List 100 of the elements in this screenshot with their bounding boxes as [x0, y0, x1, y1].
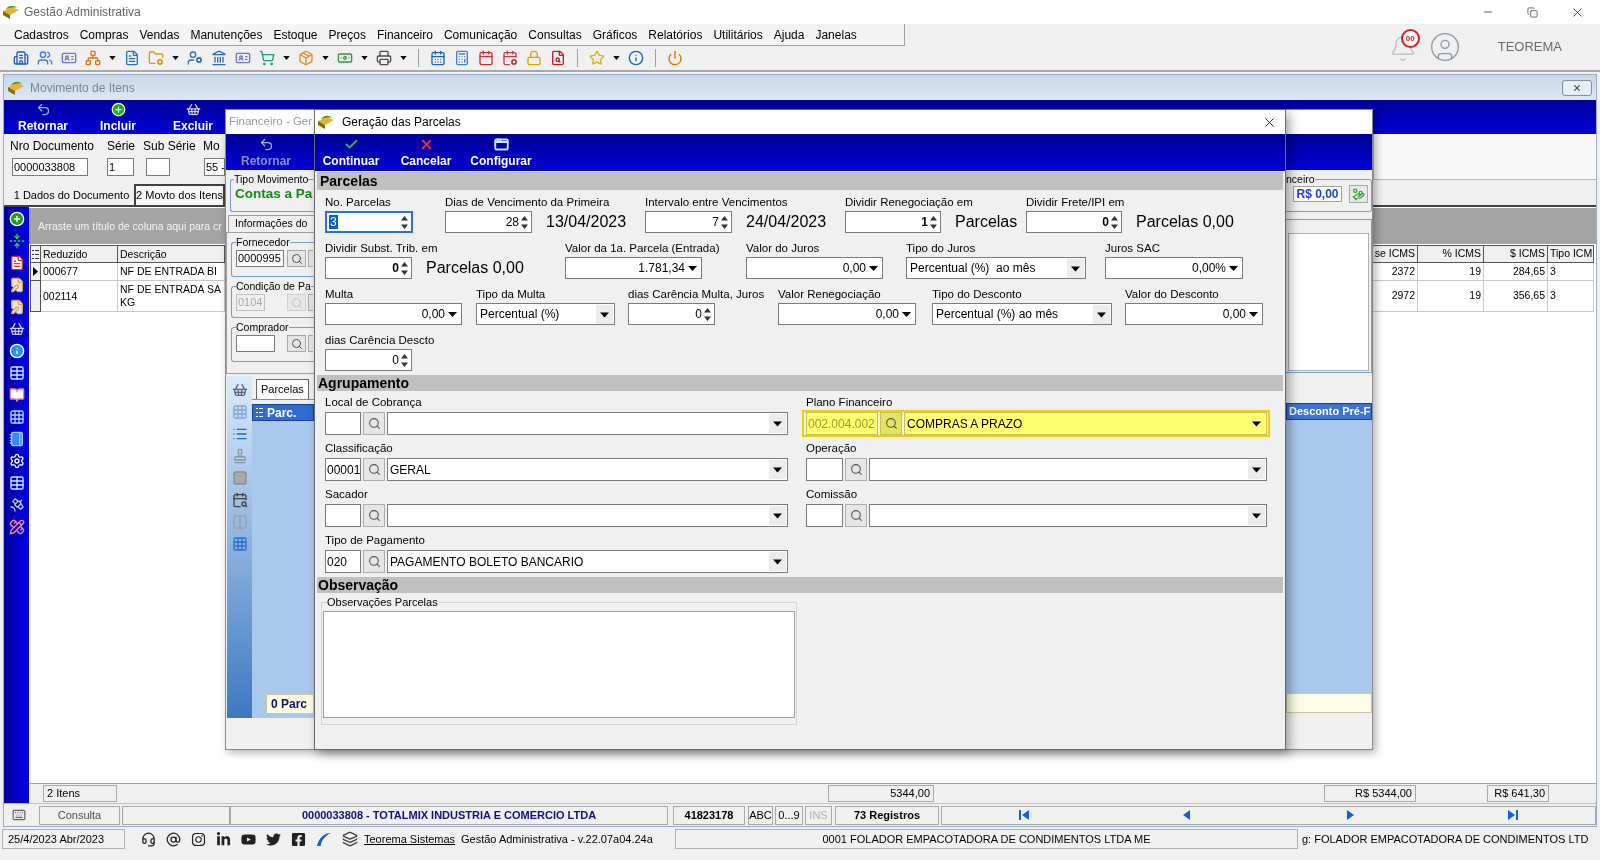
code-field[interactable]: 020 [325, 550, 361, 573]
basket-icon[interactable] [231, 382, 248, 398]
dropdown[interactable]: Percentual (%) [476, 303, 615, 325]
previous-record-icon[interactable] [1183, 810, 1191, 820]
building-icon[interactable] [13, 50, 29, 66]
file-search-icon[interactable] [550, 50, 566, 66]
menu-item[interactable]: Comunicação [443, 26, 518, 43]
power-icon[interactable] [667, 50, 683, 66]
dropdown-arrow-icon[interactable] [1229, 265, 1238, 271]
menu-item[interactable]: Estoque [273, 26, 318, 43]
tab[interactable]: Informações do [228, 215, 314, 232]
calendar-icon[interactable] [478, 50, 494, 66]
search-button[interactable] [363, 412, 385, 435]
linkedin-icon[interactable] [216, 831, 231, 847]
document-icon[interactable] [8, 255, 25, 271]
spin-arrows-icon[interactable] [930, 215, 937, 229]
text-field[interactable] [146, 158, 170, 176]
dropdown-arrow-icon[interactable] [1249, 311, 1258, 317]
dropdown-arrow-icon[interactable] [448, 311, 457, 317]
menu-item[interactable]: Janelas [815, 26, 857, 43]
column-header[interactable]: Parc. [252, 404, 314, 421]
column-chooser-button[interactable] [30, 245, 41, 263]
number-field[interactable]: 0 [628, 303, 715, 325]
row-selector[interactable] [30, 281, 41, 312]
calendar-icon[interactable] [430, 50, 446, 66]
last-record-icon[interactable] [1508, 810, 1519, 820]
close-button[interactable] [1562, 79, 1592, 96]
spin-arrows-icon[interactable] [704, 307, 711, 321]
text-field[interactable]: 0000033808 [12, 158, 88, 176]
code-field[interactable] [806, 504, 843, 527]
at-icon[interactable] [166, 831, 181, 847]
card-icon[interactable] [61, 50, 77, 66]
org-chart-icon[interactable] [85, 50, 101, 66]
search-button[interactable] [363, 550, 385, 573]
first-record-icon[interactable] [1018, 810, 1029, 820]
column-header[interactable]: Tipo ICM [1548, 245, 1594, 263]
list-icon[interactable] [231, 426, 248, 442]
menu-item[interactable]: Preços [328, 26, 366, 43]
tab[interactable]: Parcelas [256, 379, 309, 399]
dropdown[interactable] [869, 504, 1267, 527]
money-icon[interactable] [337, 50, 353, 66]
menu-item[interactable]: Gráficos [592, 26, 638, 43]
toolbar-button[interactable]: Configurar [470, 134, 532, 171]
menu-item[interactable]: Utilitários [713, 26, 763, 43]
spin-arrows-icon[interactable] [721, 215, 728, 229]
search-button[interactable] [845, 458, 867, 481]
website-link[interactable]: Teorema Sistemas [364, 829, 456, 849]
menu-item[interactable]: Manutenções [190, 26, 263, 43]
number-field[interactable]: 7 [645, 211, 732, 233]
menu-item[interactable]: Ajuda [773, 26, 805, 43]
dropdown-arrow-icon[interactable] [869, 265, 878, 271]
table-icon[interactable] [8, 475, 25, 491]
bank-icon[interactable] [211, 50, 227, 66]
spin-arrows-icon[interactable] [521, 215, 528, 229]
satellite-icon[interactable] [8, 497, 25, 513]
edit-icon[interactable] [8, 277, 25, 293]
code-field[interactable] [325, 504, 361, 527]
toolbar-button[interactable]: Incluir [88, 100, 148, 134]
spin-arrows-icon[interactable] [1111, 215, 1118, 229]
code-field[interactable] [325, 412, 361, 435]
text-field[interactable]: 1 [107, 158, 134, 176]
amount-field[interactable]: 0,00 [746, 257, 883, 279]
column-header[interactable]: se ICMS [1373, 245, 1418, 263]
amount-field[interactable]: 0,00 [325, 303, 462, 325]
menu-item[interactable]: Financeiro [376, 26, 433, 43]
menu-item[interactable]: Consultas [528, 26, 582, 43]
calculator-icon[interactable] [454, 50, 470, 66]
menu-item[interactable]: Vendas [139, 26, 180, 43]
dropdown[interactable] [387, 412, 788, 435]
star-icon[interactable] [589, 50, 605, 66]
menu-item[interactable]: Relatórios [648, 26, 703, 43]
people-icon[interactable] [37, 50, 53, 66]
dropdown[interactable]: Percentual (%) ao mês [932, 303, 1112, 325]
caret-icon[interactable] [109, 56, 116, 60]
avatar-icon[interactable] [1428, 31, 1461, 63]
add-icon[interactable] [8, 211, 25, 227]
search-button[interactable] [287, 250, 306, 267]
spin-arrows-icon[interactable] [401, 215, 408, 229]
dropdown[interactable]: COMPRAS A PRAZO [904, 412, 1267, 435]
search-button[interactable] [880, 412, 902, 435]
toolbar-button[interactable]: Cancelar [395, 134, 457, 171]
amount-field[interactable]: 0,00% [1105, 257, 1243, 279]
toolbar-button[interactable]: Excluir [163, 100, 223, 134]
dropdown[interactable] [869, 458, 1267, 481]
calendar-gear-icon[interactable] [502, 50, 518, 66]
notebook-icon[interactable] [8, 431, 25, 447]
number-field[interactable]: 28 [445, 211, 532, 233]
row-selector[interactable] [30, 263, 41, 281]
headset-icon[interactable] [141, 831, 156, 847]
caret-icon[interactable] [400, 56, 407, 60]
toolbar-button[interactable]: Continuar [320, 134, 382, 171]
info-icon[interactable] [628, 50, 644, 66]
number-field[interactable]: 1 [845, 211, 941, 233]
search-button[interactable] [845, 504, 867, 527]
swoosh-icon[interactable] [316, 831, 331, 847]
instagram-icon[interactable] [191, 831, 206, 847]
column-header[interactable]: Desconto Pré-F [1286, 403, 1372, 420]
coins-button[interactable] [1349, 185, 1368, 203]
column-header[interactable]: Descrição [118, 245, 225, 263]
search-button[interactable] [363, 504, 385, 527]
